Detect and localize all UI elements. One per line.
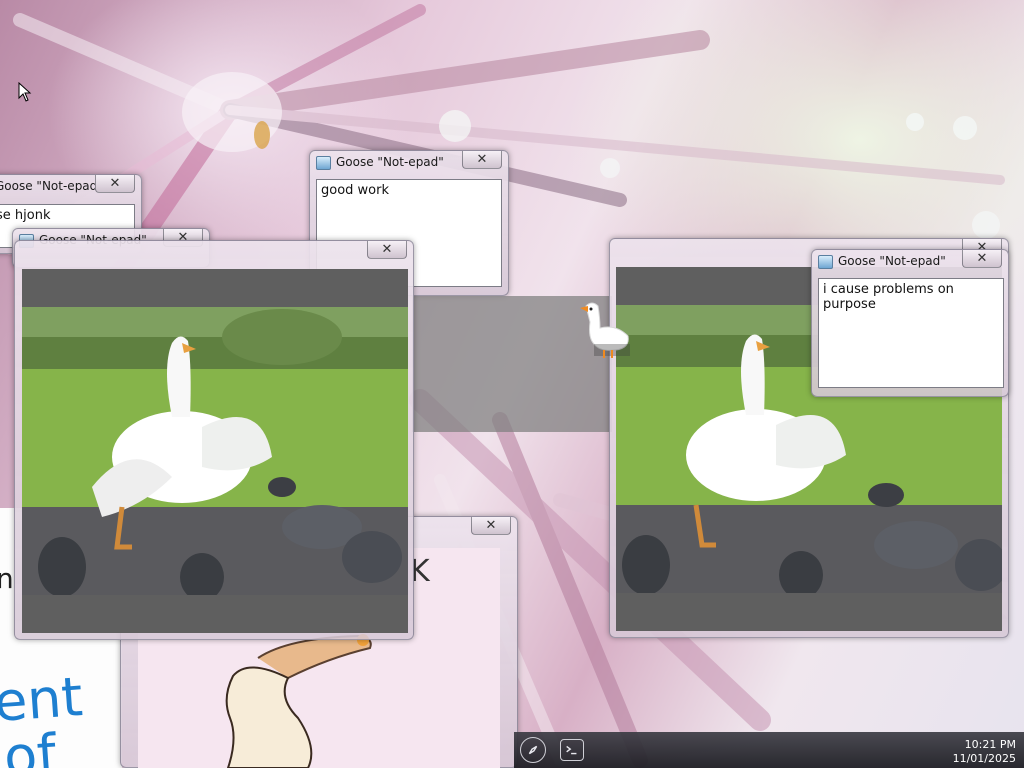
goose-video-window[interactable]: ✕ [14,240,414,640]
close-button[interactable]: ✕ [462,151,502,169]
close-button[interactable]: ✕ [962,250,1002,268]
cursor-icon [18,82,32,102]
goose-icon[interactable] [576,298,636,360]
clock-date: 11/01/2025 [952,752,1016,765]
notepad-icon [818,255,833,269]
taskbar: 10:21 PM 11/01/2025 [514,732,1024,768]
titlebar[interactable]: Goose "Not-epad" ✕ [812,250,1008,272]
notepad-icon [316,156,331,170]
close-button[interactable]: ✕ [95,175,135,193]
window-title: Goose "Not-epad" [336,155,444,169]
compass-icon[interactable] [520,737,546,763]
notepad-text-area[interactable]: i cause problems on purpose [818,278,1004,388]
terminal-icon[interactable] [560,739,584,761]
notepad-window[interactable]: Goose "Not-epad" ✕ i cause problems on p… [811,249,1009,397]
titlebar[interactable]: Goose "Not-epad" ✕ [310,151,508,173]
clock-time: 10:21 PM [964,738,1016,751]
close-button[interactable]: ✕ [367,241,407,259]
window-title: Goose "Not-epad" [838,254,946,268]
window-title: Goose "Not-epad" [0,179,103,193]
titlebar[interactable]: Goose "Not-epad" ✕ [0,175,141,197]
drawing-text: of [1,722,59,768]
video-scene [22,307,408,595]
drawing-text: n [0,562,14,595]
titlebar[interactable]: ✕ [15,241,413,263]
close-button[interactable]: ✕ [471,517,511,535]
video-frame [22,269,408,633]
system-clock[interactable]: 10:21 PM 11/01/2025 [953,738,1016,766]
